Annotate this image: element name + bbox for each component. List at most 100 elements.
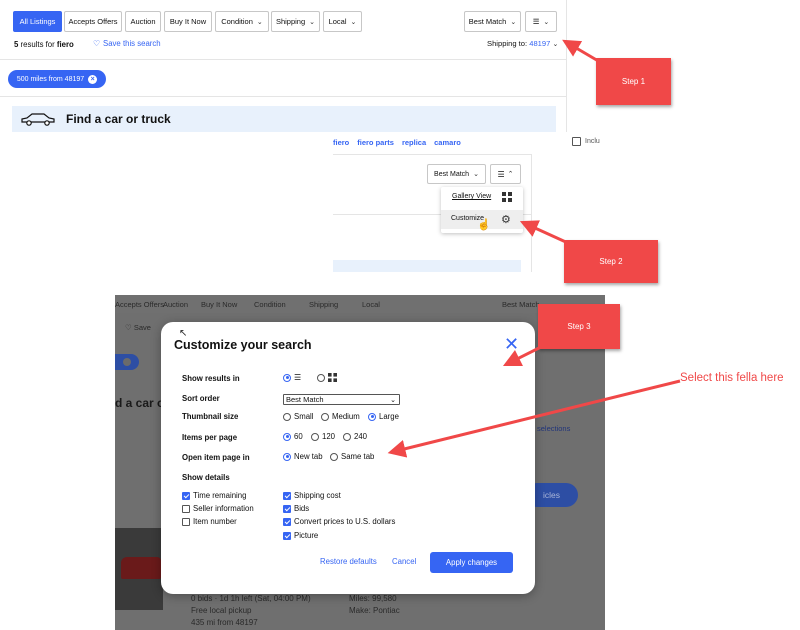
radio[interactable]: [311, 432, 319, 441]
shipping-zip-link[interactable]: 48197: [529, 39, 550, 48]
dimmed-sort: Best Match: [502, 300, 540, 309]
dimmed-tab: Condition: [254, 300, 286, 309]
option-label: Same tab: [341, 452, 375, 461]
shipping-filter-button[interactable]: Shipping ⌄: [271, 11, 320, 32]
include-label: Inclu: [585, 138, 600, 145]
related-link[interactable]: fiero parts: [357, 138, 394, 147]
close-icon[interactable]: ✕: [504, 335, 519, 353]
step-label: Step 1: [621, 77, 646, 86]
items-120-option[interactable]: 120: [311, 432, 335, 441]
sort-order-select[interactable]: Best Match ⌄: [283, 394, 400, 405]
detail-shipping-cost[interactable]: Shipping cost: [283, 491, 341, 500]
annotation-note: Select this fella here: [680, 372, 784, 384]
detail-seller-information[interactable]: Seller information: [182, 504, 254, 513]
thumbnail-large-option[interactable]: Large: [368, 412, 399, 421]
open-new-tab-option[interactable]: New tab: [283, 452, 323, 461]
radio[interactable]: [283, 412, 291, 421]
view-toggle-button[interactable]: ☰ ⌃: [490, 164, 521, 184]
view-toggle-button[interactable]: ☰ ⌄: [525, 11, 557, 32]
tab-accepts-offers[interactable]: Accepts Offers: [64, 11, 122, 32]
chevron-down-icon: ⌄: [473, 171, 479, 178]
save-search-link[interactable]: ♡ Save this search: [93, 39, 161, 48]
checkbox[interactable]: [182, 517, 190, 526]
filter-label: Condition: [221, 17, 253, 26]
radio[interactable]: [330, 452, 338, 461]
tab-label: Accepts Offers: [68, 17, 118, 26]
thumbnail-small-option[interactable]: Small: [283, 412, 314, 421]
dimmed-tab: Shipping: [309, 300, 339, 309]
detail-convert-prices[interactable]: Convert prices to U.S. dollars: [283, 517, 395, 526]
tab-label: Auction: [130, 17, 156, 26]
radio[interactable]: [321, 412, 329, 421]
results-count: 5: [14, 40, 19, 49]
close-icon[interactable]: ×: [88, 74, 98, 84]
detail-picture[interactable]: Picture: [283, 531, 318, 540]
chevron-up-icon: ⌃: [507, 171, 514, 178]
show-results-grid-option[interactable]: [317, 373, 337, 382]
radio-selected[interactable]: [283, 432, 291, 441]
radio[interactable]: [343, 432, 351, 441]
radio-selected[interactable]: [368, 412, 376, 421]
apply-changes-button[interactable]: Apply changes: [430, 552, 513, 573]
tab-buy-it-now[interactable]: Buy It Now: [164, 11, 212, 32]
chevron-down-icon: ⌄: [510, 18, 517, 26]
items-60-option[interactable]: 60: [283, 432, 303, 441]
option-label: Large: [379, 412, 399, 421]
list-view-icon: ☰: [497, 169, 505, 179]
sort-order-value: Best Match: [286, 395, 324, 404]
detail-time-remaining[interactable]: Time remaining: [182, 491, 246, 500]
divider: [0, 96, 566, 97]
checkbox[interactable]: [572, 137, 581, 146]
checkbox-checked[interactable]: [182, 491, 190, 500]
items-240-option[interactable]: 240: [343, 432, 367, 441]
sort-dropdown[interactable]: Best Match ⌄: [464, 11, 521, 32]
related-link[interactable]: replica: [402, 138, 426, 147]
thumbnail-size-label: Thumbnail size: [182, 412, 239, 421]
dimmed-find-car: d a car o: [115, 396, 165, 410]
restore-defaults-link[interactable]: Restore defaults: [320, 557, 377, 566]
related-link[interactable]: camaro: [434, 138, 461, 147]
find-car-banner[interactable]: Find a car or truck: [12, 106, 556, 132]
sort-label: Best Match: [468, 17, 507, 26]
results-summary: 5 results for fiero: [14, 40, 74, 49]
option-label: Picture: [294, 531, 319, 540]
condition-filter-button[interactable]: Condition ⌄: [215, 11, 269, 32]
checkbox-checked[interactable]: [283, 531, 291, 540]
cancel-button[interactable]: Cancel: [392, 557, 416, 566]
screenshot-panel-step2: fiero fiero parts replica camaro Best Ma…: [333, 134, 532, 272]
sort-order-label: Sort order: [182, 394, 220, 403]
heart-icon: ♡: [125, 323, 134, 332]
detail-bids[interactable]: Bids: [283, 504, 309, 513]
dimmed-tab: Local: [362, 300, 380, 309]
tab-auction[interactable]: Auction: [125, 11, 161, 32]
tab-all-listings[interactable]: All Listings: [13, 11, 62, 32]
radio[interactable]: [317, 373, 325, 382]
local-filter-button[interactable]: Local ⌄: [323, 11, 362, 32]
chevron-down-icon: ⌄: [350, 18, 357, 26]
distance-filter-chip[interactable]: 500 miles from 48197 ×: [8, 70, 106, 88]
option-label: Convert prices to U.S. dollars: [294, 517, 396, 526]
dimmed-save-label: Save: [133, 323, 151, 332]
thumbnail-medium-option[interactable]: Medium: [321, 412, 360, 421]
checkbox-checked[interactable]: [283, 504, 291, 513]
open-same-tab-option[interactable]: Same tab: [330, 452, 374, 461]
sort-dropdown[interactable]: Best Match ⌄: [427, 164, 486, 184]
detail-item-number[interactable]: Item number: [182, 517, 237, 526]
chevron-down-icon[interactable]: ⌄: [552, 41, 558, 48]
checkbox-checked[interactable]: [283, 517, 291, 526]
dimmed-tab: Auction: [163, 300, 189, 309]
red-car-image: [121, 557, 161, 579]
radio-selected[interactable]: [283, 373, 291, 382]
dialog-title: Customize your search: [174, 338, 312, 352]
checkbox-checked[interactable]: [283, 491, 291, 500]
menu-item-gallery-view[interactable]: Gallery View: [452, 193, 491, 200]
show-results-label: Show results in: [182, 374, 240, 383]
chevron-down-icon: ⌄: [543, 18, 550, 26]
grid-icon: [328, 373, 337, 382]
include-checkbox[interactable]: Inclu: [572, 137, 600, 146]
show-results-list-option[interactable]: ☰: [283, 373, 301, 382]
items-per-page-label: Items per page: [182, 433, 238, 442]
related-link[interactable]: fiero: [333, 138, 349, 147]
checkbox[interactable]: [182, 504, 190, 513]
radio-selected[interactable]: [283, 452, 291, 461]
